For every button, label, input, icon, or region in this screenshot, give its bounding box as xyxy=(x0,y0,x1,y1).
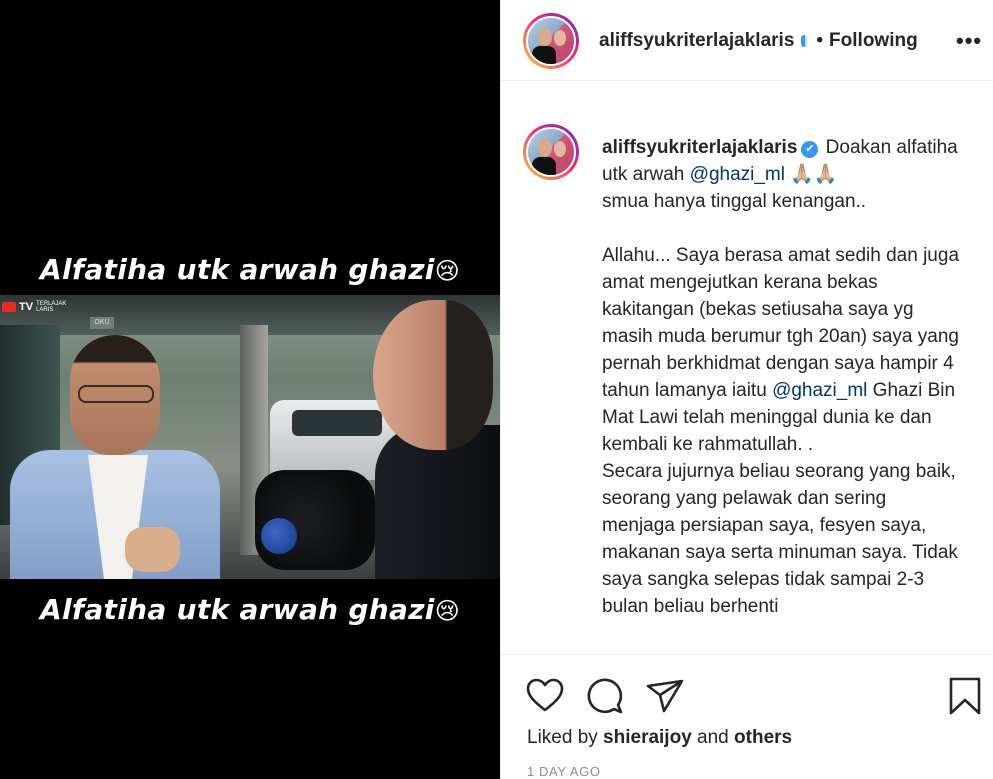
crying-emoji: 😢 xyxy=(434,257,461,285)
youtube-icon xyxy=(2,302,16,312)
video-person-left xyxy=(10,325,220,579)
heart-icon[interactable] xyxy=(525,676,565,716)
share-icon[interactable] xyxy=(645,676,685,716)
avatar[interactable] xyxy=(523,13,579,69)
video-sign: OKU xyxy=(90,317,114,329)
video-person-right xyxy=(355,295,500,579)
video-caption-top: Alfatiha utk arwah ghazi😢 xyxy=(0,253,500,286)
channel-logo: TV TERLAJAK LARIS xyxy=(2,301,66,313)
comment-avatar[interactable] xyxy=(523,124,579,180)
video-person-hand xyxy=(125,527,180,572)
caption-text-2: 🙏🏼🙏🏼 smua hanya tinggal kenangan.. Allah… xyxy=(602,164,960,401)
post-video[interactable]: Alfatiha utk arwah ghazi😢 TV TERLAJAK LA… xyxy=(0,0,500,779)
mention-link[interactable]: @ghazi_ml xyxy=(690,164,785,185)
video-caption-bottom: Alfatiha utk arwah ghazi😢 xyxy=(0,593,500,626)
instagram-post-view: Alfatiha utk arwah ghazi😢 TV TERLAJAK LA… xyxy=(0,0,993,779)
comment-icon[interactable] xyxy=(585,676,625,716)
action-bar xyxy=(501,670,993,715)
verified-badge-icon xyxy=(801,35,808,47)
post-header: aliffsyukriterlajaklaris • Following ••• xyxy=(501,0,993,81)
likes-others-link[interactable]: others xyxy=(734,727,792,748)
comments-section[interactable]: aliffsyukriterlajaklaris ✔ Doakan alfatih… xyxy=(501,82,993,655)
likes-summary: Liked by shieraijoy and others xyxy=(527,727,793,748)
caption-top-text: Alfatiha utk arwah ghazi xyxy=(39,253,435,286)
caption-text-3: Ghazi Bin Mat Lawi telah meninggal dunia… xyxy=(602,380,958,617)
post-side-panel: aliffsyukriterlajaklaris • Following •••… xyxy=(500,0,993,779)
more-options-icon[interactable]: ••• xyxy=(956,28,982,54)
video-frame: TV TERLAJAK LARIS OKU xyxy=(0,295,500,579)
following-button[interactable]: Following xyxy=(829,30,918,52)
post-timestamp[interactable]: 1 DAY AGO xyxy=(527,764,601,779)
header-user-row: aliffsyukriterlajaklaris • Following xyxy=(599,30,918,52)
header-separator: • xyxy=(816,30,824,51)
crying-emoji: 😢 xyxy=(434,597,461,625)
liked-by-user-link[interactable]: shieraijoy xyxy=(603,727,692,748)
header-username-link[interactable]: aliffsyukriterlajaklaris xyxy=(599,30,794,52)
caption-bottom-text: Alfatiha utk arwah ghazi xyxy=(39,593,435,626)
mention-link[interactable]: @ghazi_ml xyxy=(772,380,867,401)
caption-username-link[interactable]: aliffsyukriterlajaklaris xyxy=(602,137,797,158)
verified-icon: ✔ xyxy=(801,141,819,158)
bookmark-icon[interactable] xyxy=(945,676,985,716)
post-caption: aliffsyukriterlajaklaris ✔ Doakan alfatih… xyxy=(602,134,962,620)
